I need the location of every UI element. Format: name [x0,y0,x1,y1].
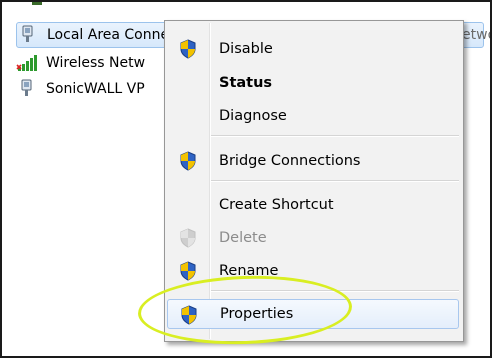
menu-separator [211,135,459,137]
menu-item-label: Delete [219,230,267,246]
menu-item-bridge-connections[interactable]: Bridge Connections [167,146,459,176]
menu-separator [211,180,459,182]
network-adapter-icon [17,25,39,45]
uac-shield-icon [178,228,198,252]
list-item-sonicwall[interactable]: SonicWALL VP [16,76,145,102]
menu-item-disable[interactable]: Disable [167,34,459,64]
menu-item-create-shortcut[interactable]: Create Shortcut [167,190,459,220]
menu-item-label: Bridge Connections [219,153,361,169]
menu-item-label: Create Shortcut [219,197,334,213]
menu-item-status[interactable]: Status [167,68,459,98]
list-top-edge [32,2,42,5]
list-item-label: SonicWALL VP [46,81,145,97]
menu-item-delete: Delete [167,223,459,253]
menu-item-diagnose[interactable]: Diagnose [167,101,459,131]
uac-shield-icon [178,39,198,63]
uac-shield-icon [178,151,198,175]
menu-item-label: Status [219,75,273,91]
list-item-label: Wireless Netw [46,55,146,71]
network-adapter-icon [16,79,38,99]
list-item-wireless[interactable]: Wireless Netw [16,50,145,76]
menu-item-label: Diagnose [219,108,287,124]
wireless-signal-icon [16,53,38,73]
menu-item-label: Disable [219,41,273,57]
network-connections-window: Local Area Connection Unidentified netwo… [0,0,492,358]
